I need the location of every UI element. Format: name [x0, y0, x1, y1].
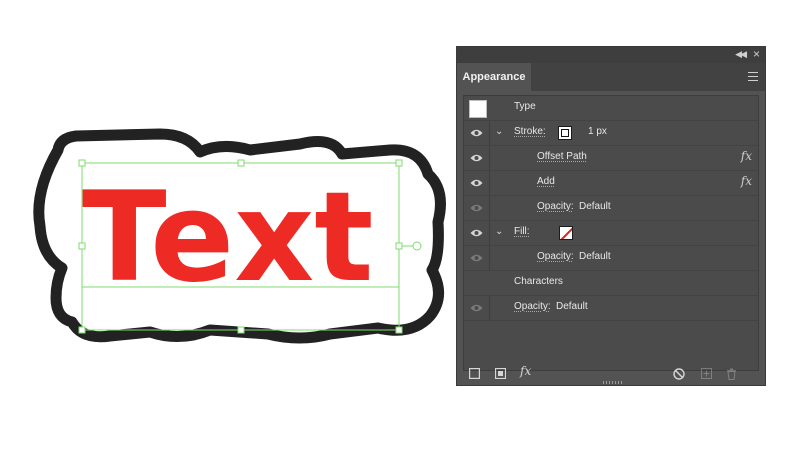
- panel-menu-icon[interactable]: [748, 72, 758, 81]
- row-fill-opacity[interactable]: Opacity: Default: [464, 246, 758, 271]
- eye-icon[interactable]: [470, 204, 483, 212]
- chevron-down-icon[interactable]: ⌄: [495, 226, 503, 237]
- fill-label[interactable]: Fill:: [514, 226, 530, 237]
- panel-tab-bar: Appearance: [457, 63, 765, 91]
- close-icon[interactable]: ×: [753, 47, 760, 61]
- row-type[interactable]: Type: [464, 96, 758, 121]
- chevron-down-icon[interactable]: ⌄: [495, 126, 503, 137]
- add-new-stroke-icon[interactable]: [469, 368, 480, 379]
- fill-none-swatch[interactable]: [559, 226, 573, 240]
- eye-icon[interactable]: [470, 254, 483, 262]
- eye-icon[interactable]: [470, 154, 483, 162]
- appearance-panel: ◀◀ × Appearance Type ⌄ Stroke: 1 px Offs…: [456, 46, 766, 386]
- offset-path-effect-link[interactable]: Offset Path: [537, 151, 587, 162]
- stroke-weight-value[interactable]: 1 px: [588, 126, 607, 137]
- collapse-icon[interactable]: ◀◀: [735, 49, 747, 60]
- opacity-value: Default: [579, 201, 611, 212]
- eye-icon[interactable]: [470, 179, 483, 187]
- opacity-label[interactable]: Opacity:: [514, 301, 551, 312]
- add-new-fill-icon[interactable]: [495, 368, 506, 379]
- row-object-opacity[interactable]: Opacity: Default: [464, 296, 758, 321]
- delete-item-icon[interactable]: [726, 368, 737, 380]
- row-type-label: Type: [514, 101, 536, 112]
- add-new-effect-icon[interactable]: fx: [520, 364, 531, 378]
- row-stroke[interactable]: ⌄ Stroke: 1 px: [464, 121, 758, 146]
- row-add[interactable]: Add fx: [464, 171, 758, 196]
- opacity-value: Default: [579, 251, 611, 262]
- opacity-label[interactable]: Opacity:: [537, 201, 574, 212]
- canvas-artwork[interactable]: Text: [0, 0, 450, 449]
- stroke-color-swatch[interactable]: [558, 126, 572, 140]
- fx-icon[interactable]: fx: [741, 174, 752, 188]
- row-offset-path[interactable]: Offset Path fx: [464, 146, 758, 171]
- stroke-label[interactable]: Stroke:: [514, 126, 546, 137]
- characters-label[interactable]: Characters: [514, 276, 563, 287]
- opacity-label[interactable]: Opacity:: [537, 251, 574, 262]
- artwork-text[interactable]: Text: [82, 166, 373, 310]
- add-effect-link[interactable]: Add: [537, 176, 555, 187]
- row-fill[interactable]: ⌄ Fill:: [464, 221, 758, 246]
- panel-title-bar[interactable]: ◀◀ ×: [457, 47, 765, 63]
- clear-appearance-icon[interactable]: [673, 368, 685, 380]
- opacity-value: Default: [556, 301, 588, 312]
- eye-icon[interactable]: [470, 229, 483, 237]
- fx-icon[interactable]: fx: [741, 149, 752, 163]
- eye-icon[interactable]: [470, 304, 483, 312]
- tab-appearance[interactable]: Appearance: [457, 63, 531, 91]
- panel-resize-grip[interactable]: [603, 381, 623, 384]
- row-characters[interactable]: Characters: [464, 271, 758, 296]
- eye-icon[interactable]: [470, 129, 483, 137]
- type-thumbnail: [469, 100, 487, 118]
- duplicate-item-icon[interactable]: [701, 368, 712, 379]
- row-stroke-opacity[interactable]: Opacity: Default: [464, 196, 758, 221]
- appearance-list: Type ⌄ Stroke: 1 px Offset Path fx Add f…: [463, 95, 759, 371]
